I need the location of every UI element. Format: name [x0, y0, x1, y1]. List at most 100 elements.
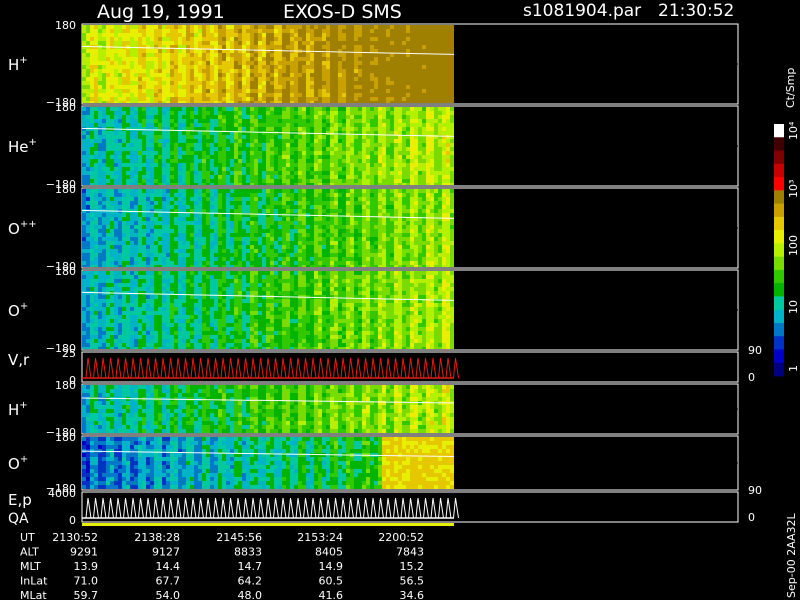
colorbar-swatch — [774, 151, 784, 165]
panel-label: O+ — [8, 301, 28, 320]
spectrogram-cells — [82, 437, 454, 489]
right-tick-bottom: 0 — [748, 511, 755, 524]
panel-label-2: QA — [8, 511, 29, 527]
footer-row-name: MLT — [20, 560, 41, 573]
y-max-tick: 25 — [62, 347, 76, 360]
colorbar-swatch — [774, 336, 784, 350]
panel-label: O+ — [8, 454, 28, 473]
footer-cell: 54.0 — [156, 589, 181, 600]
panel-label: V,r — [8, 351, 30, 369]
panels: 180−180H+180−180He+180−180O++180−180O+90… — [8, 19, 762, 527]
colorbar-tick: 1 — [787, 365, 800, 372]
panel-label: H+ — [8, 55, 28, 74]
panel-5: 180−180H+ — [8, 379, 738, 439]
y-min-tick: 0 — [69, 514, 76, 527]
footer-row-name: UT — [20, 531, 35, 544]
footer-cell: 60.5 — [319, 575, 344, 588]
footer-row-name: ALT — [20, 546, 39, 559]
footer-cell: 8833 — [234, 546, 262, 559]
panel-label: O++ — [8, 219, 37, 238]
colorbar-swatch — [774, 349, 784, 363]
spectrogram-cells — [82, 25, 454, 103]
footer-row-name: InLat — [20, 575, 48, 588]
colorbar-swatch — [774, 363, 784, 377]
footer-cell: 67.7 — [156, 575, 181, 588]
footer-cell: 14.9 — [319, 560, 344, 573]
plot-date: Aug 19, 1991 — [97, 1, 225, 23]
spectrogram-cells — [82, 189, 454, 267]
footer-table: UT 2130:52 2138:28 2145:56 2153:24 2200:52 ALT… — [20, 531, 424, 600]
colorbar-swatch — [774, 296, 784, 310]
footer-cell: 9291 — [70, 546, 98, 559]
colorbar-swatch — [774, 177, 784, 191]
spectrogram-cells — [82, 385, 454, 433]
footer-cell: 8405 — [315, 546, 343, 559]
footer-cell: 48.0 — [238, 589, 263, 600]
panel-0: 180−180H+ — [8, 19, 738, 109]
footer-cell: 34.6 — [400, 589, 425, 600]
colorbar-swatch — [774, 310, 784, 324]
colorbar-swatch — [774, 204, 784, 218]
footer-cell: 2130:52 — [52, 531, 98, 544]
y-max-tick: 4000 — [48, 487, 76, 500]
colorbar-swatch — [774, 190, 784, 204]
footer-cell: 56.5 — [400, 575, 425, 588]
panel-label: H+ — [8, 400, 28, 419]
y-max-tick: 180 — [55, 19, 76, 32]
footer-cell: 14.7 — [238, 560, 263, 573]
colorbar-swatch — [774, 217, 784, 231]
side-label: Sep-00 2AA32L — [785, 512, 798, 598]
colorbar-tick: 100 — [787, 235, 800, 256]
colorbar: Ct/Smp 1 10 100 10³ 10⁴ — [774, 68, 800, 377]
colorbar-swatch — [774, 270, 784, 284]
right-tick-top: 90 — [748, 344, 762, 357]
footer-cell: 2138:28 — [134, 531, 180, 544]
y-max-tick: 180 — [55, 431, 76, 444]
colorbar-swatch — [774, 124, 784, 138]
panel-3: 180−180O+ — [8, 265, 738, 355]
panel-label: He+ — [8, 137, 37, 156]
footer-cell: 9127 — [152, 546, 180, 559]
colorbar-tick: 10⁴ — [787, 121, 800, 140]
footer-cell: 71.0 — [74, 575, 99, 588]
footer-cell: 2145:56 — [216, 531, 262, 544]
panel-1: 180−180He+ — [8, 101, 738, 191]
colorbar-swatch — [774, 230, 784, 244]
footer-cell: 15.2 — [400, 560, 425, 573]
panel-label: E,p — [8, 491, 32, 509]
colorbar-swatch — [774, 283, 784, 297]
footer-cell: 14.4 — [156, 560, 181, 573]
right-tick-bottom: 0 — [748, 371, 755, 384]
right-tick-top: 90 — [748, 484, 762, 497]
colorbar-swatch — [774, 137, 784, 151]
colorbar-swatch — [774, 323, 784, 337]
footer-cell: 13.9 — [74, 560, 99, 573]
footer-cell: 2153:24 — [297, 531, 343, 544]
qa-bar — [82, 523, 454, 526]
footer-cell: 7843 — [396, 546, 424, 559]
colorbar-unit: Ct/Smp — [784, 68, 797, 108]
panel-6: 180−180O+ — [8, 431, 738, 495]
plot-instrument: EXOS-D SMS — [283, 1, 402, 23]
footer-cell: 41.6 — [319, 589, 344, 600]
plot-time: 21:30:52 — [658, 1, 734, 21]
footer-cell: 64.2 — [238, 575, 263, 588]
plot-header: Aug 19, 1991 EXOS-D SMS s1081904.par 21:… — [97, 1, 734, 23]
exos-d-sms-plot: Aug 19, 1991 EXOS-D SMS s1081904.par 21:… — [0, 0, 800, 600]
y-max-tick: 180 — [55, 183, 76, 196]
spectrogram-cells — [82, 107, 454, 185]
colorbar-swatch — [774, 243, 784, 257]
panel-2: 180−180O++ — [8, 183, 738, 273]
y-max-tick: 180 — [55, 379, 76, 392]
y-max-tick: 180 — [55, 101, 76, 114]
colorbar-tick: 10³ — [787, 180, 800, 198]
spectrogram-cells — [82, 271, 454, 349]
colorbar-swatch — [774, 257, 784, 271]
footer-cell: 59.7 — [74, 589, 99, 600]
colorbar-tick: 10 — [787, 300, 800, 314]
footer-cell: 2200:52 — [378, 531, 424, 544]
colorbar-swatch — [774, 164, 784, 178]
plot-file: s1081904.par — [523, 1, 641, 21]
y-max-tick: 180 — [55, 265, 76, 278]
footer-row-name: MLat — [20, 589, 47, 600]
